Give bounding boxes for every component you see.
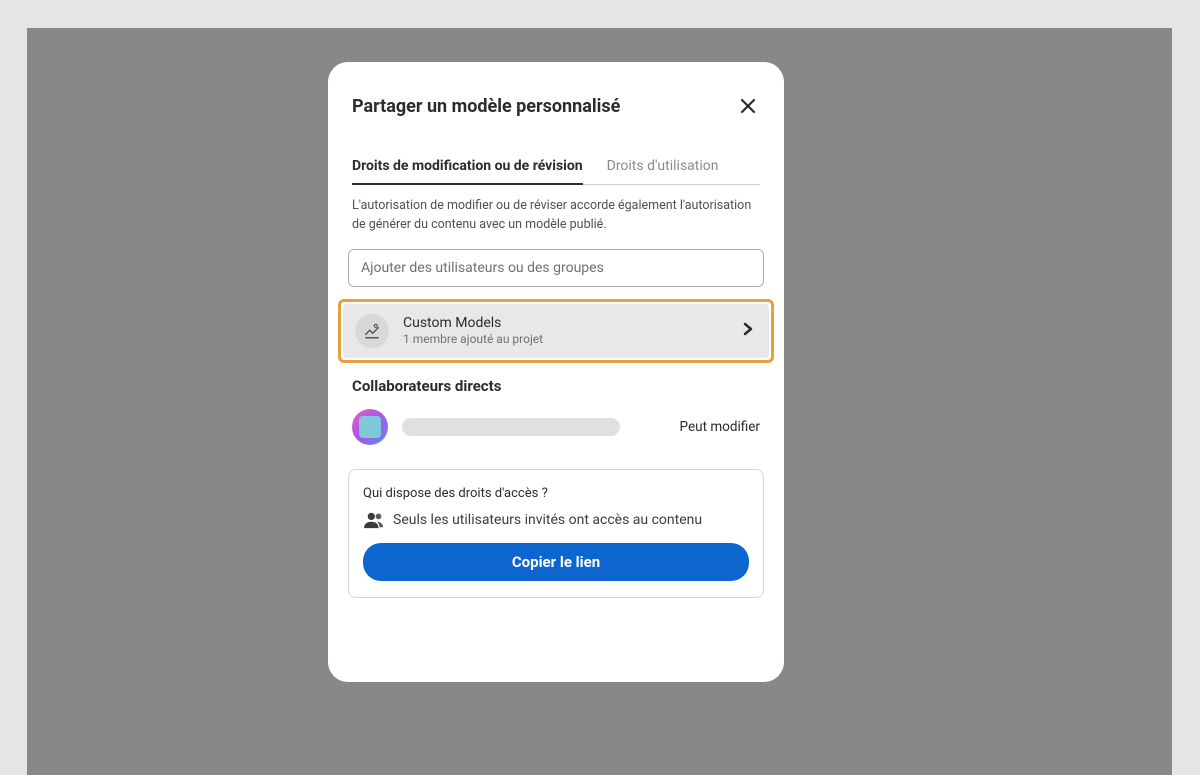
add-users-input[interactable] [348, 249, 764, 287]
modal-title: Partager un modèle personnalisé [352, 96, 620, 117]
collaborator-row: Peut modifier [352, 409, 760, 445]
avatar [352, 409, 388, 445]
permission-description: L'autorisation de modifier ou de réviser… [352, 197, 760, 235]
avatar-image [359, 416, 381, 438]
share-modal: Partager un modèle personnalisé Droits d… [328, 62, 784, 682]
users-icon [363, 511, 385, 529]
chevron-right-icon [743, 320, 753, 341]
copy-link-button[interactable]: Copier le lien [363, 543, 749, 581]
project-subtitle: 1 membre ajouté au projet [403, 332, 743, 346]
add-users-wrapper [348, 249, 764, 287]
tab-edit-review[interactable]: Droits de modification ou de révision [352, 150, 583, 184]
collaborator-name-placeholder [402, 418, 620, 436]
modal-header: Partager un modèle personnalisé [328, 86, 784, 142]
project-name: Custom Models [403, 315, 743, 331]
permission-label[interactable]: Peut modifier [680, 419, 760, 435]
access-info-text: Seuls les utilisateurs invités ont accès… [393, 512, 702, 528]
collaborators-title: Collaborateurs directs [352, 377, 760, 395]
close-button[interactable] [736, 94, 760, 118]
access-question: Qui dispose des droits d'accès ? [363, 486, 749, 501]
close-icon [740, 98, 756, 114]
project-row[interactable]: Custom Models 1 membre ajouté au projet [343, 304, 769, 358]
project-info: Custom Models 1 membre ajouté au projet [403, 315, 743, 346]
access-box: Qui dispose des droits d'accès ? Seuls l… [348, 469, 764, 598]
highlighted-project: Custom Models 1 membre ajouté au projet [338, 299, 774, 363]
project-icon [355, 314, 389, 348]
tab-usage[interactable]: Droits d'utilisation [607, 150, 719, 184]
access-info-row: Seuls les utilisateurs invités ont accès… [363, 511, 749, 529]
tabs: Droits de modification ou de révision Dr… [352, 150, 760, 185]
